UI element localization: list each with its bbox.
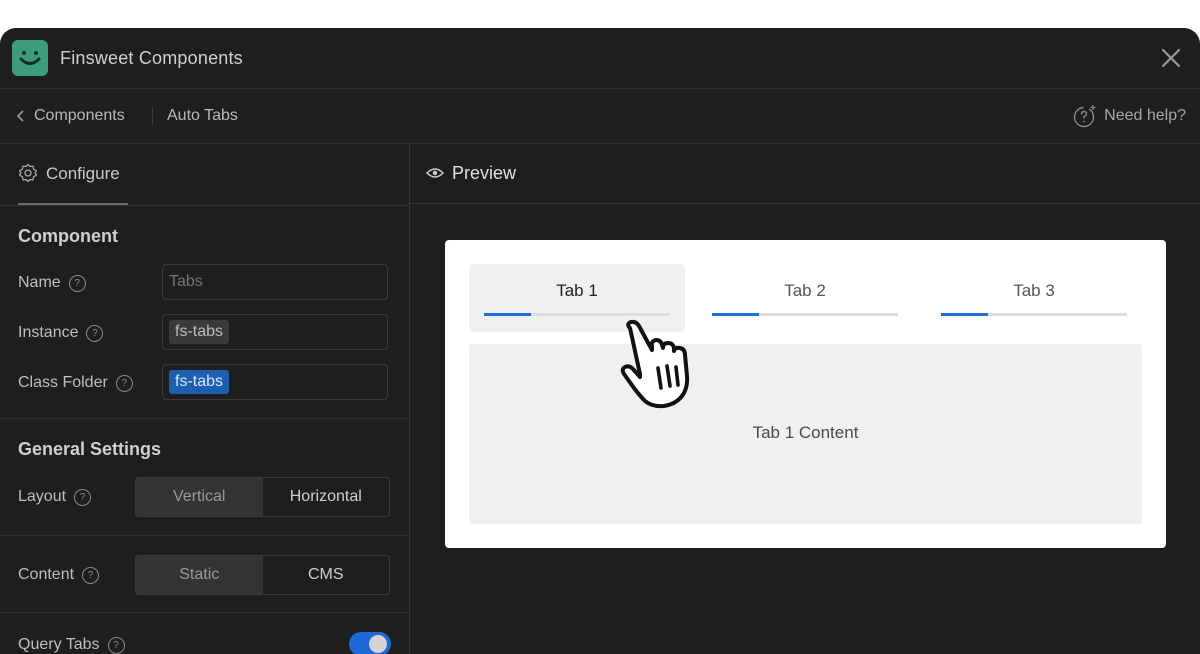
question-icon[interactable]: ?	[82, 567, 100, 584]
component-section: Component Name? Instance? fs-tabs Class …	[0, 206, 409, 419]
name-field[interactable]	[162, 264, 388, 300]
chevron-left-icon	[16, 110, 24, 122]
name-input[interactable]	[163, 265, 387, 299]
breadcrumb-current: Auto Tabs	[167, 107, 238, 124]
preview-panel: Preview Tab 1 Tab 2 Tab 3 Tab 1 Content	[410, 144, 1200, 654]
config-panel: Configure Component Name? Instance? fs-t…	[0, 144, 410, 654]
tab-configure-label: Configure	[46, 164, 120, 183]
preview-tab-3[interactable]: Tab 3	[926, 264, 1142, 332]
preview-tab-progress	[712, 313, 898, 316]
class-folder-field[interactable]: fs-tabs	[162, 364, 388, 400]
tab-content-pane: Tab 1 Content	[469, 344, 1142, 524]
question-icon[interactable]: ?	[107, 637, 125, 654]
content-option-static[interactable]: Static	[136, 556, 263, 594]
back-label: Components	[34, 107, 125, 124]
instance-label: Instance?	[18, 324, 104, 342]
preview-tab-progress	[941, 313, 1127, 316]
question-icon[interactable]: ?	[74, 489, 92, 506]
hand-cursor-icon	[620, 319, 690, 409]
class-folder-label: Class Folder?	[18, 374, 133, 392]
instance-label-text: Instance	[18, 324, 79, 341]
query-tabs-label: Query Tabs?	[18, 636, 125, 654]
layout-segmented-control: Vertical Horizontal	[135, 477, 390, 517]
name-label: Name?	[18, 274, 86, 292]
app-title: Finsweet Components	[60, 48, 243, 68]
query-tabs-toggle[interactable]	[349, 632, 391, 654]
eye-icon	[426, 168, 444, 178]
preview-tab-label: Tab 3	[1013, 281, 1055, 300]
progress-fill	[484, 313, 531, 316]
layout-option-horizontal[interactable]: Horizontal	[262, 478, 389, 516]
tab-content-text: Tab 1 Content	[752, 423, 859, 442]
progress-fill	[712, 313, 759, 316]
general-settings-title: General Settings	[18, 439, 162, 459]
content-segmented-control: Static CMS	[135, 555, 390, 595]
layout-option-vertical[interactable]: Vertical	[136, 478, 263, 516]
preview-card: Tab 1 Tab 2 Tab 3 Tab 1 Content	[445, 240, 1166, 548]
help-button[interactable]: Need help?	[1072, 89, 1186, 143]
class-folder-label-text: Class Folder	[18, 374, 108, 391]
name-label-text: Name	[18, 274, 61, 291]
preview-tab-2[interactable]: Tab 2	[697, 264, 913, 332]
app-window: Finsweet Components Components Auto Tabs…	[0, 28, 1200, 654]
content-section: Content? Static CMS	[0, 536, 409, 613]
question-icon[interactable]: ?	[68, 275, 86, 292]
query-tabs-label-text: Query Tabs	[18, 636, 100, 653]
preview-title-text: Preview	[452, 163, 517, 183]
content-label: Content?	[18, 566, 100, 584]
content-option-cms[interactable]: CMS	[262, 556, 389, 594]
query-tabs-section: Query Tabs?	[0, 613, 409, 654]
question-icon[interactable]: ?	[86, 325, 104, 342]
class-folder-chip[interactable]: fs-tabs	[169, 370, 230, 394]
close-icon[interactable]	[1158, 45, 1184, 71]
back-button[interactable]: Components	[16, 89, 125, 143]
instance-chip[interactable]: fs-tabs	[169, 320, 230, 344]
content-label-text: Content	[18, 566, 75, 583]
preview-tab-label: Tab 2	[784, 281, 826, 300]
help-label: Need help?	[1104, 107, 1186, 124]
logo-icon	[12, 40, 48, 76]
title-bar: Finsweet Components	[0, 28, 1200, 89]
preview-title: Preview	[426, 144, 516, 202]
preview-header: Preview	[410, 144, 1200, 204]
question-icon[interactable]: ?	[115, 375, 133, 392]
layout-label: Layout?	[18, 488, 92, 506]
general-settings-section: General Settings Layout? Vertical Horizo…	[0, 419, 409, 536]
tab-configure[interactable]: Configure	[18, 144, 128, 205]
instance-field[interactable]: fs-tabs	[162, 314, 388, 350]
component-section-title: Component	[18, 226, 118, 246]
gear-icon	[18, 163, 38, 183]
help-icon	[1073, 104, 1096, 127]
layout-label-text: Layout	[18, 488, 67, 505]
toggle-knob	[369, 635, 387, 653]
progress-fill	[941, 313, 988, 316]
preview-tab-label: Tab 1	[556, 281, 598, 300]
config-tabbar: Configure	[0, 144, 409, 206]
breadcrumb-divider	[152, 107, 153, 125]
breadcrumb: Components Auto Tabs Need help?	[0, 89, 1200, 144]
